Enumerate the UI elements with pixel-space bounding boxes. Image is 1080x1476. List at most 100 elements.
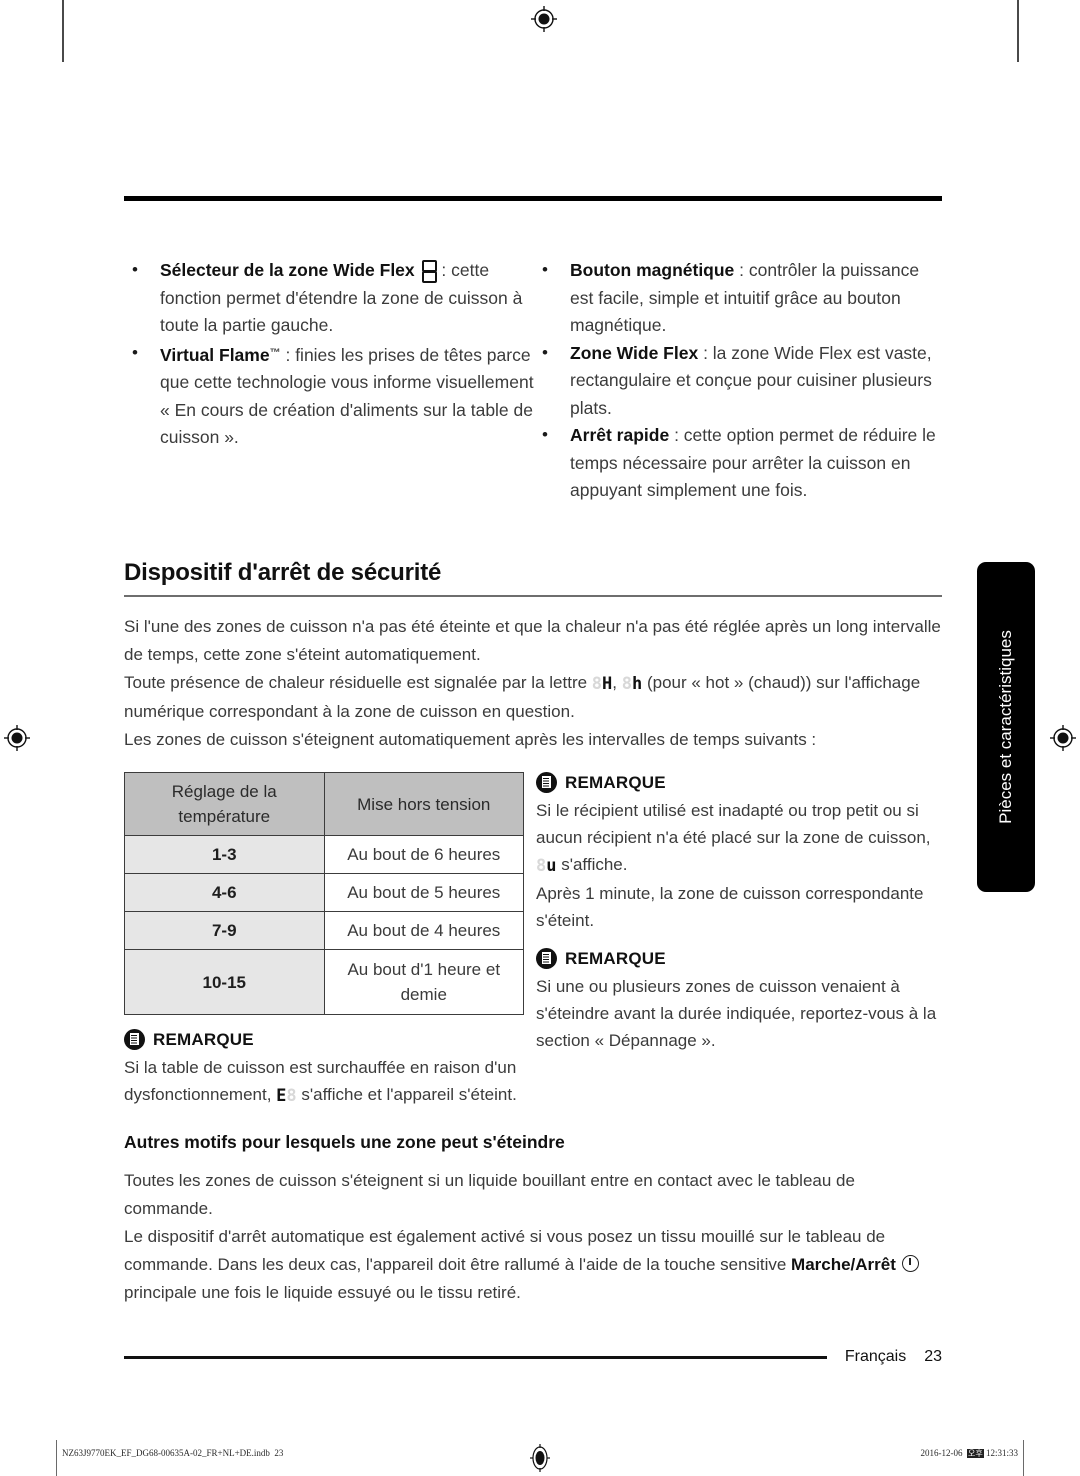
feature-item-virtual-flame: Virtual Flame™ : finies les prises de tê… xyxy=(124,339,534,452)
feature-separator: : xyxy=(669,425,684,445)
feature-item-quick-stop: Arrêt rapide : cette option permet de ré… xyxy=(534,421,942,505)
feature-term: Sélecteur de la zone Wide Flex xyxy=(160,260,415,280)
registration-mark-bottom xyxy=(530,1444,550,1472)
feature-columns: Sélecteur de la zone Wide Flex : cette f… xyxy=(124,256,942,505)
paragraph-part-2: principale une fois le liquide essuyé ou… xyxy=(124,1283,521,1302)
other-reasons-body: Toutes les zones de cuisson s'éteignent … xyxy=(124,1167,942,1307)
production-file-page: 23 xyxy=(274,1448,284,1458)
note-text-after: s'affiche. xyxy=(556,855,628,874)
table-cell-setting: 7-9 xyxy=(124,911,325,950)
production-rule-right xyxy=(1023,1440,1024,1476)
note-label: REMARQUE xyxy=(565,948,666,968)
feature-separator: : xyxy=(698,342,713,363)
table-cell-result: Au bout de 5 heures xyxy=(323,873,524,912)
production-timestamp: 2016-12-06 오후 12:31:33 xyxy=(920,1448,1018,1459)
page-footer: Français 23 xyxy=(124,1348,942,1366)
shutdown-table-column: Réglage de la température Mise hors tens… xyxy=(124,772,536,1110)
top-divider xyxy=(124,196,942,201)
feature-separator: : xyxy=(436,260,447,280)
notes-column: REMARQUE Si le récipient utilisé est ina… xyxy=(536,772,942,1110)
paragraph-part-1: Le dispositif d'arrêt automatique est ég… xyxy=(124,1227,886,1274)
printed-page: Sélecteur de la zone Wide Flex : cette f… xyxy=(0,0,1080,1476)
glyph-separator: , xyxy=(612,673,622,692)
production-time: 12:31:33 xyxy=(985,1448,1018,1458)
residual-heat-glyph-H: 8H xyxy=(591,674,613,694)
trademark-symbol: ™ xyxy=(269,346,281,359)
table-cell-result: Au bout de 4 heures xyxy=(323,911,524,950)
residual-heat-glyph-h: 8h xyxy=(621,674,643,694)
feature-item-magnetic-knob: Bouton magnétique : contrôler la puissan… xyxy=(534,256,942,340)
note-label: REMARQUE xyxy=(565,772,666,792)
feature-term: Arrêt rapide xyxy=(570,425,670,445)
table-cell-setting: 4-6 xyxy=(124,873,325,912)
table-header-shutoff: Mise hors tension xyxy=(323,772,524,836)
safety-paragraph-2-prefix: Toute présence de chaleur résiduelle est… xyxy=(124,673,592,692)
page-title: Dispositif d'arrêt de sécurité xyxy=(124,558,442,586)
table-header-setting: Réglage de la température xyxy=(124,772,325,836)
feature-column-right: Bouton magnétique : contrôler la puissan… xyxy=(534,256,942,505)
table-row: 4-6 Au bout de 5 heures xyxy=(124,873,524,912)
note-text: Si une ou plusieurs zones de cuisson ven… xyxy=(536,977,937,1050)
feature-column-left: Sélecteur de la zone Wide Flex : cette f… xyxy=(124,256,534,505)
wide-flex-zone-icon xyxy=(421,260,437,283)
note-header: REMARQUE xyxy=(536,772,942,793)
crop-mark-top-right xyxy=(1017,0,1019,62)
note-label: REMARQUE xyxy=(153,1029,254,1049)
feature-separator: : xyxy=(280,344,296,365)
note-early-shutdown: REMARQUE Si une ou plusieurs zones de cu… xyxy=(536,948,942,1054)
table-header-row: Réglage de la température Mise hors tens… xyxy=(124,772,524,836)
table-cell-setting: 1-3 xyxy=(124,835,325,874)
safety-paragraph-2: Toute présence de chaleur résiduelle est… xyxy=(124,669,942,726)
production-locale-marker: 오후 xyxy=(967,1449,984,1458)
table-row: 7-9 Au bout de 4 heures xyxy=(124,911,524,950)
table-row: 1-3 Au bout de 6 heures xyxy=(124,835,524,874)
shutdown-intervals-area: Réglage de la température Mise hors tens… xyxy=(124,772,942,1110)
crop-mark-top-left xyxy=(62,0,64,62)
production-footer: NZ63J9770EK_EF_DG68-00635A-02_FR+NL+DE.i… xyxy=(0,1440,1080,1476)
production-date: 2016-12-06 xyxy=(920,1448,963,1458)
feature-item-wide-flex-selector: Sélecteur de la zone Wide Flex : cette f… xyxy=(124,256,534,340)
note-header: REMARQUE xyxy=(536,948,942,969)
feature-list-right: Bouton magnétique : contrôler la puissan… xyxy=(534,256,942,505)
footer-language: Français xyxy=(844,1348,907,1365)
section-divider xyxy=(124,594,942,597)
chapter-thumb-tab-label: Pièces et caractéristiques xyxy=(996,630,1016,824)
error-code-glyph: E8 xyxy=(276,1086,297,1106)
chapter-thumb-tab: Pièces et caractéristiques xyxy=(977,562,1035,892)
registration-mark-right xyxy=(1050,725,1076,751)
feature-term: Bouton magnétique xyxy=(570,260,735,280)
no-pan-glyph: 8u xyxy=(536,856,557,876)
note-header: REMARQUE xyxy=(124,1029,536,1050)
table-cell-result: Au bout de 6 heures xyxy=(323,835,524,874)
other-reasons-section: Autres motifs pour lesquels une zone peu… xyxy=(124,1132,942,1307)
note-text-second: Après 1 minute, la zone de cuisson corre… xyxy=(536,884,924,930)
note-text: Si le récipient utilisé est inadapté ou … xyxy=(536,797,942,880)
note-document-icon xyxy=(124,1029,145,1050)
other-reasons-paragraph-2: Le dispositif d'arrêt automatique est ég… xyxy=(124,1223,942,1307)
footer-divider xyxy=(124,1355,827,1359)
feature-list-left: Sélecteur de la zone Wide Flex : cette f… xyxy=(124,256,534,452)
registration-mark-left xyxy=(4,725,30,751)
safety-paragraph-1: Si l'une des zones de cuisson n'a pas ét… xyxy=(124,617,941,664)
footer-page-number: 23 xyxy=(924,1348,942,1365)
note-overheat: REMARQUE Si la table de cuisson est surc… xyxy=(124,1029,536,1110)
note-unsuitable-cookware: REMARQUE Si le récipient utilisé est ina… xyxy=(536,772,942,934)
power-icon xyxy=(901,1255,919,1272)
other-reasons-paragraph-1: Toutes les zones de cuisson s'éteignent … xyxy=(124,1171,855,1218)
note-text-after: s'affiche et l'appareil s'éteint. xyxy=(296,1085,517,1104)
power-button-label: Marche/Arrêt xyxy=(791,1255,896,1274)
feature-item-wide-flex-zone: Zone Wide Flex : la zone Wide Flex est v… xyxy=(534,339,942,423)
production-file-name: NZ63J9770EK_EF_DG68-00635A-02_FR+NL+DE.i… xyxy=(62,1448,270,1458)
table-cell-setting: 10-15 xyxy=(124,949,325,1015)
note-document-icon xyxy=(536,948,557,969)
production-file-info: NZ63J9770EK_EF_DG68-00635A-02_FR+NL+DE.i… xyxy=(62,1448,283,1458)
note-document-icon xyxy=(536,772,557,793)
safety-paragraph-3: Les zones de cuisson s'éteignent automat… xyxy=(124,730,817,749)
table-row: 10-15 Au bout d'1 heure et demie xyxy=(124,949,524,1015)
page-content: Sélecteur de la zone Wide Flex : cette f… xyxy=(124,196,942,1307)
feature-term: Virtual Flame xyxy=(160,344,270,365)
shutdown-intervals-table: Réglage de la température Mise hors tens… xyxy=(124,772,524,1015)
subsection-title: Autres motifs pour lesquels une zone peu… xyxy=(124,1132,565,1152)
feature-separator: : xyxy=(734,260,749,280)
note-text: Si la table de cuisson est surchauffée e… xyxy=(124,1054,536,1110)
